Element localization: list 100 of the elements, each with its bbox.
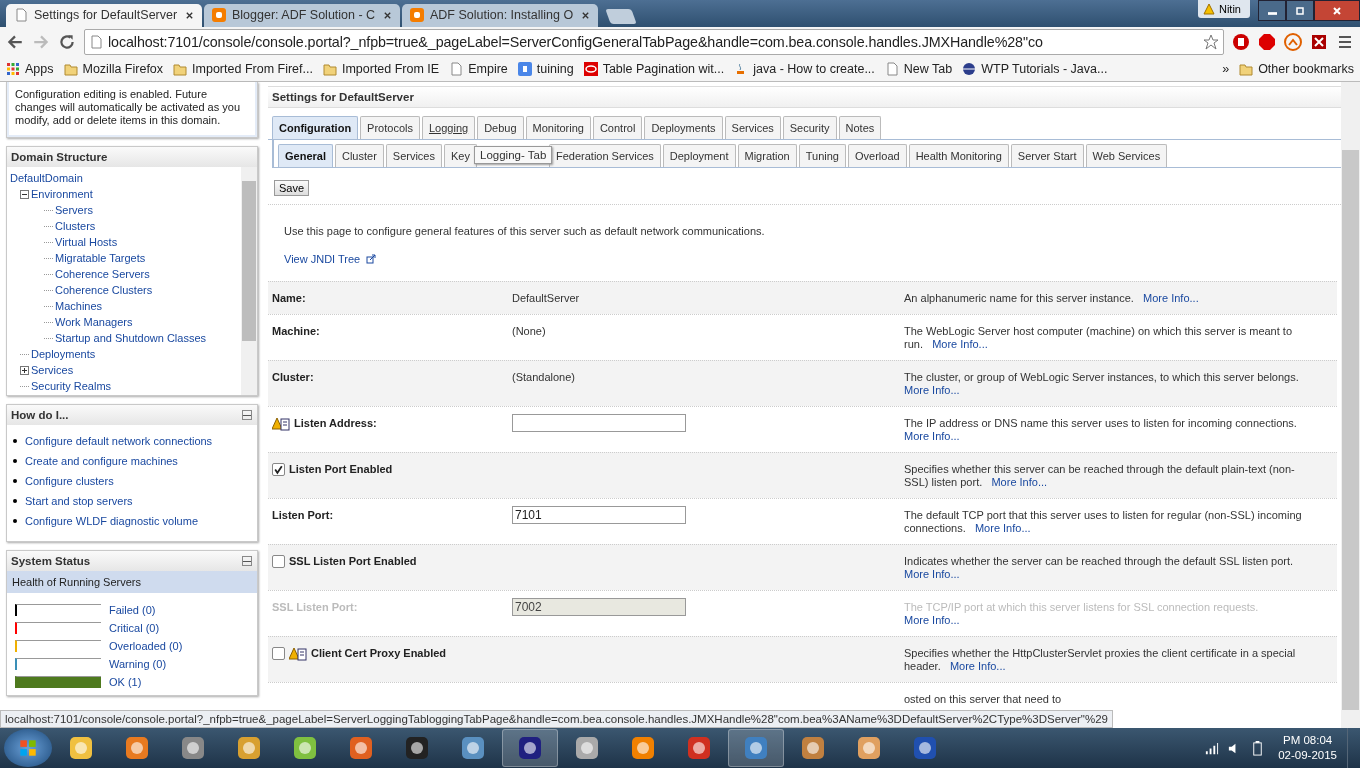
app-icon[interactable] (459, 734, 487, 762)
tab[interactable]: Health Monitoring (908, 144, 1009, 167)
bookmark[interactable]: WTP Tutorials - Java... (962, 62, 1108, 77)
app-icon[interactable] (573, 734, 601, 762)
app-icon[interactable] (123, 734, 151, 762)
bookmark[interactable]: Empire (449, 62, 508, 77)
tab[interactable]: Migration (737, 144, 797, 167)
tree-item[interactable]: Startup and Shutdown Classes (55, 332, 207, 344)
menu-icon[interactable] (1336, 33, 1354, 51)
expand-icon[interactable] (20, 365, 29, 375)
close-button[interactable] (1314, 0, 1360, 21)
app-icon[interactable] (742, 734, 770, 762)
address-bar[interactable]: localhost:7101/console/console.portal?_nfpb=true&_pageLabel=ServerConfigGeneralTabPage&handle=com.bea.console.handles.JMXHandle%28"co (84, 29, 1224, 55)
tree-item[interactable]: Security Realms (31, 380, 112, 392)
more-info-link[interactable]: More Info... (904, 384, 960, 396)
star-icon[interactable] (1203, 34, 1219, 50)
tab[interactable]: Notes (838, 116, 882, 139)
user-badge[interactable]: Nitin (1198, 0, 1250, 18)
tab[interactable]: Debug (477, 116, 524, 139)
tab[interactable]: Services (724, 116, 781, 139)
tree-item[interactable]: Machines (55, 300, 103, 312)
bookmark[interactable]: Other bookmarks (1239, 62, 1354, 77)
checkbox[interactable] (272, 463, 285, 476)
extension-icon[interactable] (1310, 33, 1328, 51)
app-icon[interactable] (291, 734, 319, 762)
tree-item[interactable]: Services (31, 364, 74, 376)
browser-tab[interactable]: ADF Solution: Installing O (402, 3, 598, 27)
app-icon[interactable] (629, 734, 657, 762)
close-icon[interactable] (383, 10, 392, 20)
jndi-link[interactable]: View JNDI Tree (284, 253, 361, 265)
app-icon[interactable] (516, 734, 544, 762)
tree-item[interactable]: Coherence Clusters (55, 284, 153, 296)
new-tab-button[interactable] (605, 8, 637, 24)
scrollbar[interactable] (241, 167, 257, 395)
help-link[interactable]: Create and configure machines (25, 455, 178, 467)
browser-tab[interactable]: Blogger: ADF Solution - C (204, 3, 400, 27)
tab[interactable]: General (278, 144, 333, 167)
tree-item[interactable]: Virtual Hosts (55, 236, 118, 248)
save-button[interactable]: Save (274, 180, 310, 196)
more-info-link[interactable]: More Info... (991, 476, 1048, 488)
tab[interactable]: Configuration (272, 116, 359, 139)
tab[interactable]: Logging (421, 116, 476, 139)
tab[interactable]: Tuning (798, 144, 846, 167)
app-icon[interactable] (67, 734, 95, 762)
bookmark[interactable]: java - How to create... (734, 62, 875, 77)
help-link[interactable]: Configure clusters (25, 475, 114, 487)
more-info-link[interactable]: More Info... (932, 338, 988, 350)
tab[interactable]: Deployments (644, 116, 723, 139)
tree-item[interactable]: Environment (31, 188, 93, 200)
tab[interactable]: Federation Services (548, 144, 661, 167)
health-link[interactable]: Warning (0) (109, 658, 167, 670)
more-info-link[interactable]: More Info... (949, 660, 1006, 672)
health-link[interactable]: Overloaded (0) (109, 640, 183, 652)
tab[interactable]: Web Services (1085, 144, 1168, 167)
app-icon[interactable] (347, 734, 375, 762)
tree-item[interactable]: Servers (55, 204, 93, 216)
clock[interactable]: PM 08:04 02-09-2015 (1270, 733, 1345, 763)
more-info-link[interactable]: More Info... (904, 430, 960, 442)
tab[interactable]: Server Start (1010, 144, 1084, 167)
scrollbar[interactable] (1341, 82, 1360, 728)
checkbox[interactable] (272, 555, 285, 568)
more-info-link[interactable]: More Info... (974, 522, 1031, 534)
tree-item[interactable]: Work Managers (55, 316, 133, 328)
tab[interactable]: Protocols (360, 116, 420, 139)
tree-item[interactable]: DefaultDomain (10, 172, 83, 184)
tab[interactable]: Monitoring (525, 116, 591, 139)
tab[interactable]: Overload (848, 144, 907, 167)
close-icon[interactable] (581, 10, 590, 20)
collapse-button[interactable] (242, 410, 252, 420)
more-info-link[interactable]: More Info... (904, 568, 960, 580)
app-icon[interactable] (235, 734, 263, 762)
start-button[interactable] (4, 729, 52, 767)
app-icon[interactable] (799, 734, 827, 762)
bookmark[interactable]: Imported From IE (322, 62, 440, 77)
reload-icon[interactable] (58, 33, 76, 51)
tree-item[interactable]: Clusters (55, 220, 96, 232)
stop-sign-icon[interactable] (1232, 33, 1250, 51)
bookmark[interactable]: Table Pagination wit... (583, 62, 725, 77)
bookmark[interactable]: Imported From Firef... (173, 62, 313, 77)
checkbox[interactable] (272, 647, 285, 660)
tab[interactable]: Cluster (334, 144, 384, 167)
bookmark[interactable]: tuining (517, 62, 574, 77)
close-icon[interactable] (185, 10, 194, 20)
browser-tab[interactable]: Settings for DefaultServer (6, 3, 202, 27)
app-icon[interactable] (179, 734, 207, 762)
tab[interactable]: Security (782, 116, 837, 139)
help-link[interactable]: Start and stop servers (25, 495, 133, 507)
input-field[interactable]: 7101 (512, 506, 686, 524)
back-icon[interactable] (6, 33, 24, 51)
more-info-link[interactable]: More Info... (1143, 292, 1199, 304)
tree-item[interactable]: Coherence Servers (55, 268, 150, 280)
bookmark[interactable]: New Tab (884, 62, 953, 77)
app-icon[interactable] (855, 734, 883, 762)
bookmark[interactable]: Mozilla Firefox (63, 62, 164, 77)
collapse-icon[interactable] (20, 189, 29, 199)
health-link[interactable]: OK (1) (109, 676, 142, 688)
more-bookmarks-button[interactable]: » (1222, 62, 1230, 77)
tab[interactable]: Services (385, 144, 442, 167)
tab[interactable]: Deployment (662, 144, 736, 167)
app-icon[interactable] (403, 734, 431, 762)
